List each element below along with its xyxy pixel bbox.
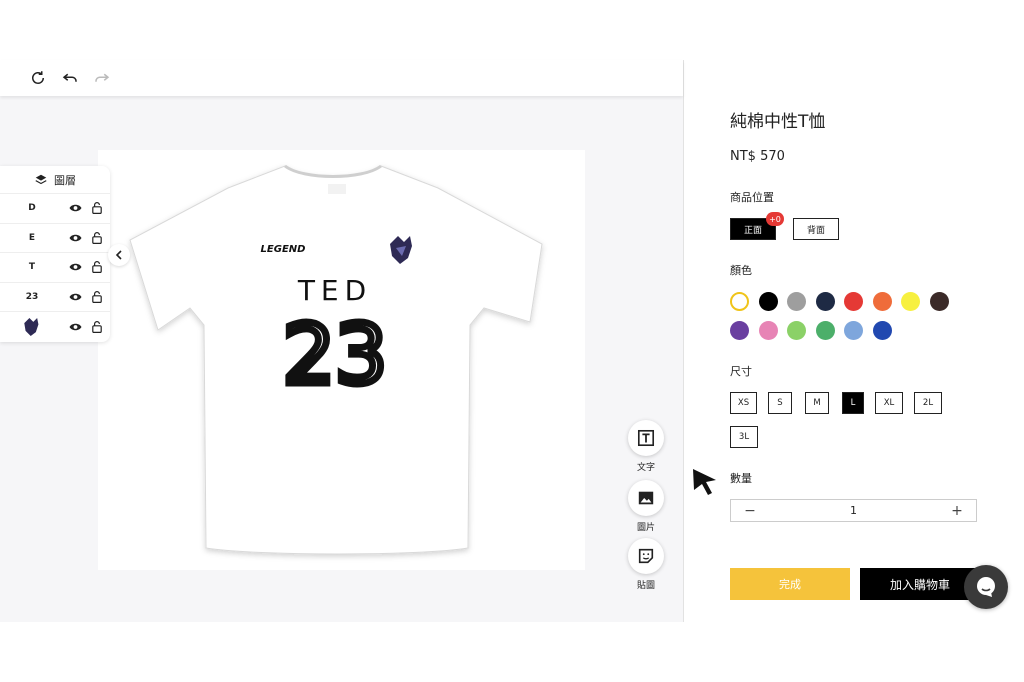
layer-label: T <box>28 262 36 273</box>
color-swatch[interactable] <box>929 292 949 311</box>
lock-icon[interactable] <box>86 320 108 333</box>
color-swatch[interactable] <box>844 321 863 340</box>
lock-icon[interactable] <box>86 202 108 215</box>
design-canvas[interactable]: LEGEND TED 23 <box>98 150 585 570</box>
refresh-button[interactable] <box>26 66 50 90</box>
eye-icon[interactable] <box>64 233 86 243</box>
redo-button[interactable] <box>90 66 114 90</box>
color-label: 顏色 <box>730 264 752 277</box>
collapse-layers-button[interactable] <box>108 244 130 266</box>
text-tool[interactable]: 文字 <box>626 420 666 473</box>
position-badge: +0 <box>766 212 784 226</box>
lock-icon[interactable] <box>86 261 108 274</box>
quantity-value[interactable]: 1 <box>769 504 938 517</box>
layer-item[interactable]: T <box>0 253 110 283</box>
mouse-cursor-icon <box>693 469 716 495</box>
quantity-label: 數量 <box>730 472 752 485</box>
layer-item[interactable]: E <box>0 224 110 253</box>
layer-item[interactable] <box>0 312 110 342</box>
editor-toolbar <box>0 60 683 96</box>
size-2l-button[interactable]: 2L <box>914 392 942 414</box>
layer-label: E <box>28 232 36 243</box>
chevron-left-icon <box>115 250 122 260</box>
color-swatch[interactable] <box>872 321 892 340</box>
eye-icon[interactable] <box>64 292 86 302</box>
size-label: 尺寸 <box>730 365 752 378</box>
text-tool-icon <box>637 429 655 447</box>
sticker-tool-button[interactable] <box>628 538 664 574</box>
sticker-tool[interactable]: 貼圖 <box>626 538 666 591</box>
sticker-tool-label: 貼圖 <box>636 581 655 591</box>
position-label: 商品位置 <box>730 191 774 204</box>
color-swatch[interactable] <box>815 292 835 311</box>
product-price: NT$ 570 <box>730 149 785 164</box>
image-tool[interactable]: 圖片 <box>626 480 666 533</box>
layer-label: 23 <box>25 291 39 302</box>
layer-item[interactable]: D <box>0 194 110 224</box>
layers-panel: 圖層 D E T 23 <box>0 166 110 342</box>
layers-icon <box>35 174 47 184</box>
layer-item[interactable]: 23 <box>0 283 110 312</box>
logo-thumbnail <box>0 317 64 336</box>
text-tool-button[interactable] <box>628 420 664 456</box>
design-editor: LEGEND TED 23 圖層 D E T 23 文字 圖片 貼圖 <box>0 60 684 622</box>
size-3l-button[interactable]: 3L <box>730 426 758 448</box>
eye-icon[interactable] <box>64 262 86 272</box>
design-badge-text[interactable]: LEGEND <box>261 244 306 255</box>
color-swatch[interactable] <box>787 292 806 311</box>
layers-header: 圖層 <box>0 166 110 194</box>
color-swatch[interactable] <box>787 321 806 340</box>
size-s-button[interactable]: S <box>768 392 792 414</box>
undo-icon <box>62 73 77 82</box>
position-back-button[interactable]: 背面 <box>793 218 839 240</box>
size-m-button[interactable]: M <box>805 392 829 414</box>
layers-title: 圖層 <box>54 173 76 187</box>
quantity-increase-button[interactable]: + <box>938 503 976 519</box>
text-tool-label: 文字 <box>636 463 655 473</box>
lock-icon[interactable] <box>86 231 108 244</box>
size-l-button[interactable]: L <box>842 392 864 414</box>
color-swatch[interactable] <box>730 292 749 311</box>
size-xs-button[interactable]: XS <box>730 392 757 414</box>
refresh-icon <box>32 71 44 84</box>
done-button[interactable]: 完成 <box>730 568 850 600</box>
color-swatch[interactable] <box>844 292 863 311</box>
eye-icon[interactable] <box>64 203 86 213</box>
chat-button[interactable] <box>964 565 1008 609</box>
design-name-text[interactable]: TED <box>297 274 372 307</box>
color-swatch[interactable] <box>901 292 920 311</box>
color-swatch[interactable] <box>730 321 749 340</box>
sticker-tool-icon <box>638 548 654 564</box>
quantity-decrease-button[interactable]: − <box>731 503 769 519</box>
design-number-text[interactable]: 23 <box>279 305 390 407</box>
tshirt-mockup: LEGEND TED 23 <box>129 164 543 555</box>
color-swatch[interactable] <box>758 292 778 311</box>
color-swatch[interactable] <box>758 321 778 340</box>
image-tool-icon <box>638 491 654 505</box>
color-swatch[interactable] <box>815 321 835 340</box>
undo-button[interactable] <box>58 66 82 90</box>
lock-icon[interactable] <box>86 290 108 303</box>
layer-label: D <box>28 203 36 214</box>
eye-icon[interactable] <box>64 322 86 332</box>
add-to-cart-button[interactable]: 加入購物車 <box>860 568 980 600</box>
redo-icon <box>95 73 110 82</box>
size-xl-button[interactable]: XL <box>875 392 903 414</box>
quantity-stepper: − 1 + <box>730 499 977 522</box>
image-tool-button[interactable] <box>628 480 664 516</box>
image-tool-label: 圖片 <box>636 523 655 533</box>
chat-bubble-icon <box>977 577 995 597</box>
product-title: 純棉中性T恤 <box>730 112 826 132</box>
color-swatch[interactable] <box>872 292 892 311</box>
